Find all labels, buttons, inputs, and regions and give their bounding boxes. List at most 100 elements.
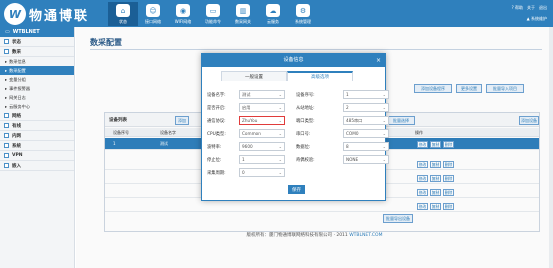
nav-icon: ▥ <box>236 4 250 17</box>
field-input[interactable]: COM0 ⌄ <box>343 129 389 138</box>
sidebar-section[interactable]: 有线 <box>0 121 74 131</box>
form-row: 采集周期: 0 ⌄ <box>202 167 385 178</box>
section-icon <box>4 163 9 168</box>
top-bar: W 物通博联 ⌂ 状态 ☺ 接口网络 ◉ WIFI网络 ▭ 功能命令 ▥ 数采网关 ☁ 云服务 ⚙ 系统管… <box>0 0 553 27</box>
help-link[interactable]: ? 帮助 <box>512 5 523 11</box>
sidebar-item[interactable]: ▸ 数采配置 <box>0 66 74 75</box>
sidebar-section[interactable]: 内网 <box>0 131 74 141</box>
field-input[interactable]: 8 ⌄ <box>343 142 389 151</box>
field-value: 485串口 <box>346 118 363 123</box>
chevron-down-icon: ⌄ <box>382 118 386 123</box>
sidebar-section[interactable]: 数采 <box>0 47 74 57</box>
logout-link[interactable]: 退出 <box>539 5 547 11</box>
nav-icon: ⌂ <box>116 4 130 17</box>
sidebar-item[interactable]: ▸ 数采信息 <box>0 57 74 66</box>
section-label: 数采 <box>12 49 21 55</box>
sidebar-item-label: 数采信息 <box>9 58 26 64</box>
field-label: 数据位: <box>296 145 311 150</box>
nav-item-3[interactable]: ▭ 功能命令 <box>198 2 228 26</box>
section-label: 有线 <box>12 123 21 129</box>
field-value: 8 <box>346 144 349 149</box>
chevron-down-icon: ⌄ <box>382 92 386 97</box>
section-label: 网络 <box>12 113 21 119</box>
about-link[interactable]: 关于 <box>527 5 535 11</box>
nav-label: 功能命令 <box>205 19 221 24</box>
tab-general[interactable]: 一般设置 <box>221 71 287 81</box>
sidebar-item-label: 网关日志 <box>9 94 26 100</box>
sidebar-section[interactable]: 系统 <box>0 141 74 151</box>
sidebar-item[interactable]: ▸ 云服务中心 <box>0 102 74 111</box>
user-label[interactable]: ▲ 系统维护 <box>527 16 547 22</box>
sidebar-item-label: 云服务中心 <box>9 103 31 109</box>
sidebar-section[interactable]: 嵌入 <box>0 161 74 171</box>
device-info-dialog: 设备信息 × 一般设置 高级选项 设备名字: 测试 ⌄ 是否开启: 启用 ⌄ 通信协议: Zh… <box>201 53 389 201</box>
field-input[interactable]: 2 ⌄ <box>343 103 389 112</box>
nav-label: 数采网关 <box>235 19 251 24</box>
tab-advanced[interactable]: 高级选项 <box>287 71 353 81</box>
caret-right-icon: ▸ <box>5 95 8 100</box>
section-label: 内网 <box>12 133 21 139</box>
nav-label: 系统管理 <box>295 19 311 24</box>
field-label: 采集周期: <box>207 171 226 176</box>
nav-item-2[interactable]: ◉ WIFI网络 <box>168 2 198 26</box>
dialog-tabs: 一般设置 高级选项 <box>221 71 353 81</box>
field-input[interactable]: NONE ⌄ <box>343 155 389 164</box>
nav-label: WIFI网络 <box>174 19 192 24</box>
section-icon <box>4 133 9 138</box>
chevron-down-icon: ⌄ <box>382 157 386 162</box>
nav-icon: ☁ <box>266 4 280 17</box>
field-input[interactable]: 1 ⌄ <box>343 90 389 99</box>
chevron-down-icon: ⌄ <box>382 144 386 149</box>
brand-logo: W 物通博联 <box>4 3 89 25</box>
field-value: 1 <box>346 92 349 97</box>
field-label: 串口号: <box>296 132 311 137</box>
nav-label: 云服务 <box>267 19 279 24</box>
nav-icon: ▭ <box>206 4 220 17</box>
brand-name: 物通博联 <box>29 8 90 24</box>
caret-right-icon: ▸ <box>5 77 8 82</box>
sidebar: ▭ WTBLNET 状态 数采 ▸ 数采信息 ▸ 数采配置 ▸ 变量分组 ▸ 事件报警器 ▸ 网关日志… <box>0 27 75 268</box>
field-input[interactable]: 0 ⌄ <box>239 168 285 177</box>
nav-item-0[interactable]: ⌂ 状态 <box>108 2 138 26</box>
field-label: 从站地址: <box>296 106 315 111</box>
caret-right-icon: ▸ <box>5 59 8 64</box>
section-icon <box>4 39 9 44</box>
sidebar-item-label: 事件报警器 <box>9 85 31 91</box>
nav-item-5[interactable]: ☁ 云服务 <box>258 2 288 26</box>
sidebar-item[interactable]: ▸ 事件报警器 <box>0 84 74 93</box>
chevron-down-icon: ⌄ <box>382 131 386 136</box>
sidebar-header-label: WTBLNET <box>12 29 40 35</box>
nav-icon: ⚙ <box>296 4 310 17</box>
nav-label: 接口网络 <box>145 19 161 24</box>
field-value: 2 <box>346 105 349 110</box>
chevron-down-icon: ⌄ <box>278 170 282 175</box>
section-icon <box>4 153 9 158</box>
sidebar-section[interactable]: 网络 <box>0 111 74 121</box>
section-icon <box>4 49 9 54</box>
caret-right-icon: ▸ <box>5 104 8 109</box>
monitor-icon: ▭ <box>5 29 10 35</box>
sidebar-item[interactable]: ▸ 网关日志 <box>0 93 74 102</box>
section-label: VPN <box>12 153 23 158</box>
nav-item-4[interactable]: ▥ 数采网关 <box>228 2 258 26</box>
close-icon[interactable]: × <box>376 57 381 64</box>
sidebar-section[interactable]: 状态 <box>0 37 74 47</box>
form-row: 数据位: 8 ⌄ <box>202 141 389 152</box>
nav-item-1[interactable]: ☺ 接口网络 <box>138 2 168 26</box>
field-label: 设备序号: <box>296 93 315 98</box>
sidebar-item-label: 变量分组 <box>9 76 26 82</box>
field-value: 0 <box>242 170 245 175</box>
caret-right-icon: ▸ <box>5 86 8 91</box>
section-icon <box>4 143 9 148</box>
sidebar-item[interactable]: ▸ 变量分组 <box>0 75 74 84</box>
top-links: ? 帮助 关于 退出 <box>512 5 547 11</box>
field-label: 奇偶校验: <box>296 158 315 163</box>
dialog-title: 设备信息 <box>202 54 385 67</box>
caret-right-icon: ▸ <box>5 68 8 73</box>
section-label: 系统 <box>12 143 21 149</box>
save-button[interactable]: 保存 <box>288 185 305 194</box>
sidebar-section[interactable]: VPN <box>0 151 74 161</box>
nav-item-6[interactable]: ⚙ 系统管理 <box>288 2 318 26</box>
field-input[interactable]: 485串口 ⌄ <box>343 116 389 125</box>
field-value: NONE <box>346 157 359 162</box>
